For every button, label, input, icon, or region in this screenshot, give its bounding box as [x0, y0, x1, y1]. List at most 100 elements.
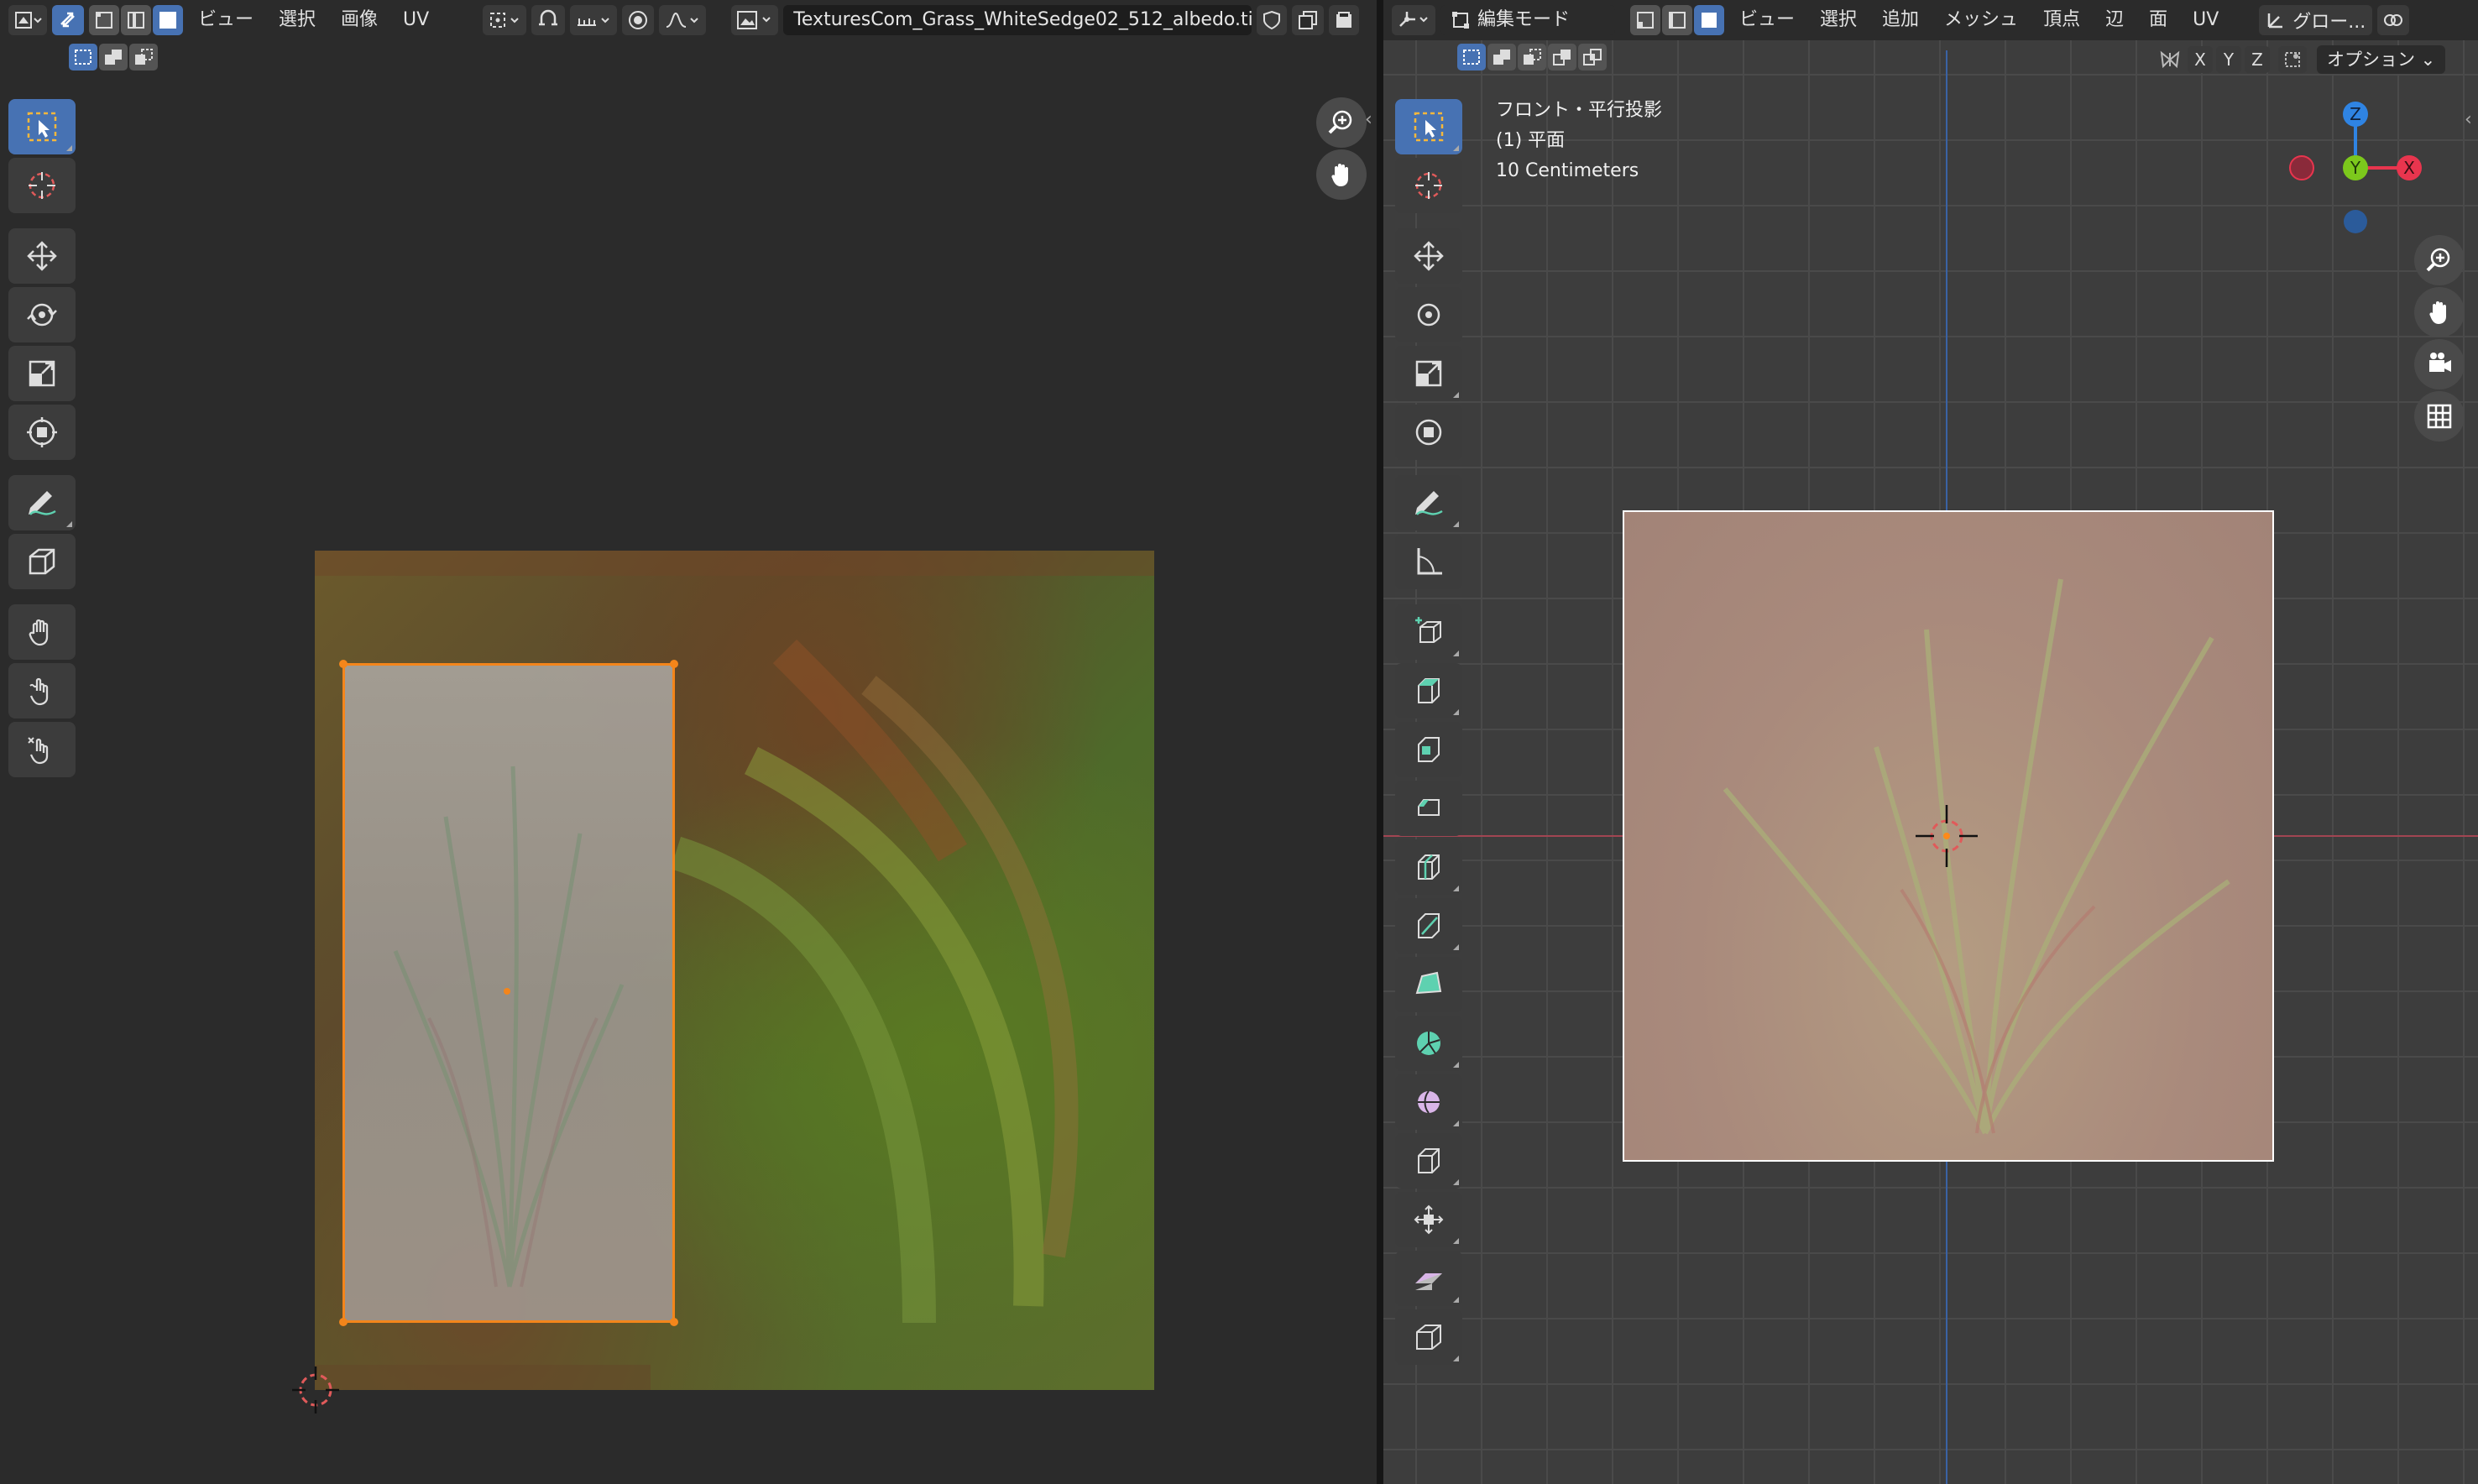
vp-tool-inset[interactable]: [1395, 722, 1462, 777]
vp-tool-transform[interactable]: [1395, 405, 1462, 460]
uv-vertex-bottom-left[interactable]: [339, 1318, 348, 1326]
vp-menu-edge[interactable]: 辺: [2095, 3, 2134, 37]
face-select-button[interactable]: [153, 5, 183, 35]
image-browse-dropdown[interactable]: [731, 5, 779, 35]
edge-select-button[interactable]: [121, 5, 151, 35]
fake-user-toggle[interactable]: [1257, 5, 1288, 35]
vp-tool-poly-build[interactable]: [1395, 957, 1462, 1012]
tool-pinch[interactable]: [8, 722, 76, 777]
uv-vertex-top-right[interactable]: [670, 660, 678, 668]
uv-pan-button[interactable]: [1316, 149, 1367, 200]
topology-mirror-toggle[interactable]: [2278, 46, 2307, 73]
vp-zoom-button[interactable]: [2414, 235, 2465, 285]
proportional-falloff-dropdown[interactable]: [659, 5, 707, 35]
vp-menu-mesh[interactable]: メッシュ: [1934, 3, 2028, 37]
menu-view[interactable]: ビュー: [188, 3, 264, 37]
tool-rotate[interactable]: [8, 287, 76, 342]
mirror-toggle[interactable]: [2156, 46, 2184, 73]
vp-tool-cursor[interactable]: [1395, 158, 1462, 213]
uv-2d-cursor-icon[interactable]: [282, 1356, 349, 1424]
uv-vertex-bottom-right[interactable]: [670, 1318, 678, 1326]
pivot-point-dropdown[interactable]: [483, 5, 527, 35]
vp-select-subtract-button[interactable]: [1518, 44, 1546, 71]
vp-select-intersect-button[interactable]: [1578, 44, 1607, 71]
vp-tool-scale[interactable]: [1395, 346, 1462, 401]
vp-menu-vertex[interactable]: 頂点: [2033, 3, 2090, 37]
vp-select-extend-button[interactable]: [1487, 44, 1516, 71]
vp-tool-measure[interactable]: [1395, 534, 1462, 589]
vp-tool-shrink-fatten[interactable]: [1395, 1192, 1462, 1247]
navigation-gizmo[interactable]: Z X Y: [2280, 92, 2431, 243]
new-image-button[interactable]: [1292, 5, 1325, 35]
editor-divider[interactable]: [1377, 0, 1383, 1484]
select-box-subtract-button[interactable]: [129, 44, 158, 71]
vp-tool-rip[interactable]: [1395, 1309, 1462, 1365]
vp-pan-button[interactable]: [2414, 287, 2465, 337]
viewport-editor-type-dropdown[interactable]: [1392, 5, 1435, 35]
vp-tool-edge-slide[interactable]: [1395, 1133, 1462, 1189]
vp-sidebar-toggle[interactable]: ‹: [2465, 109, 2472, 130]
3d-viewport[interactable]: 編集モード ビュー 選択 追加 メッシュ 頂点 辺 面 UV グロー... X …: [1383, 0, 2478, 1484]
open-image-button[interactable]: [1329, 5, 1360, 35]
tool-transform[interactable]: [8, 405, 76, 460]
options-dropdown[interactable]: オプション ⌄: [2317, 45, 2446, 74]
vp-tool-annotate[interactable]: [1395, 475, 1462, 530]
mirror-y-toggle[interactable]: Y: [2216, 46, 2241, 73]
sync-selection-toggle[interactable]: [52, 5, 84, 35]
vp-tool-shear[interactable]: [1395, 1251, 1462, 1306]
image-name-field[interactable]: TexturesCom_Grass_WhiteSedge02_512_albed…: [783, 5, 1252, 35]
transform-orientation-dropdown[interactable]: グロー...: [2259, 5, 2373, 35]
vp-tool-add-cube[interactable]: [1395, 604, 1462, 660]
proportional-edit-toggle[interactable]: [622, 5, 655, 35]
tool-move[interactable]: [8, 228, 76, 284]
tool-rip-region[interactable]: [8, 534, 76, 589]
tool-scale[interactable]: [8, 346, 76, 401]
face-mode-button[interactable]: [1694, 5, 1724, 35]
vp-tool-smooth[interactable]: [1395, 1074, 1462, 1130]
vertex-select-button[interactable]: [89, 5, 119, 35]
vp-perspective-toggle[interactable]: [2414, 391, 2465, 442]
uv-vertex-top-left[interactable]: [339, 660, 348, 668]
vp-menu-select[interactable]: 選択: [1810, 3, 1867, 37]
tool-grab[interactable]: [8, 604, 76, 660]
vp-camera-button[interactable]: [2414, 339, 2465, 389]
uv-sidebar-toggle[interactable]: ‹: [1365, 109, 1372, 130]
vp-tool-extrude[interactable]: [1395, 663, 1462, 718]
vp-tool-spin[interactable]: [1395, 1016, 1462, 1071]
edge-mode-button[interactable]: [1662, 5, 1692, 35]
select-box-set-button[interactable]: [69, 44, 97, 71]
tool-cursor[interactable]: [8, 158, 76, 213]
transform-pivot-dropdown[interactable]: [2377, 5, 2410, 35]
gizmo-neg-x[interactable]: [2289, 155, 2314, 180]
uv-editor[interactable]: ビュー 選択 画像 UV TexturesCom_Grass_WhiteSedg…: [0, 0, 1377, 1484]
vp-menu-uv[interactable]: UV: [2183, 3, 2229, 37]
vp-tool-rotate[interactable]: [1395, 287, 1462, 342]
uv-zoom-button[interactable]: [1316, 97, 1367, 148]
vp-tool-loop-cut[interactable]: [1395, 839, 1462, 895]
snap-target-dropdown[interactable]: [570, 5, 618, 35]
mirror-z-toggle[interactable]: Z: [2245, 46, 2270, 73]
vp-tool-knife[interactable]: [1395, 898, 1462, 954]
vp-select-set-button[interactable]: [1457, 44, 1486, 71]
vp-menu-add[interactable]: 追加: [1872, 3, 1929, 37]
vp-menu-face[interactable]: 面: [2139, 3, 2177, 37]
vp-select-invert-button[interactable]: [1548, 44, 1576, 71]
vp-tool-select-box[interactable]: [1395, 99, 1462, 154]
tool-annotate[interactable]: [8, 475, 76, 530]
tool-select-box[interactable]: [8, 99, 76, 154]
menu-uv[interactable]: UV: [393, 3, 439, 37]
vp-tool-bevel[interactable]: [1395, 781, 1462, 836]
uv-island[interactable]: [339, 660, 678, 1326]
snap-toggle[interactable]: [531, 5, 566, 35]
editor-type-dropdown[interactable]: [8, 5, 47, 35]
mirror-x-toggle[interactable]: X: [2188, 46, 2213, 73]
vp-menu-view[interactable]: ビュー: [1729, 3, 1805, 37]
mode-dropdown[interactable]: 編集モード: [1440, 5, 1615, 35]
tool-relax[interactable]: [8, 663, 76, 718]
select-box-extend-button[interactable]: [99, 44, 128, 71]
gizmo-neg-z[interactable]: [2344, 210, 2367, 233]
menu-select[interactable]: 選択: [269, 3, 326, 37]
vertex-mode-button[interactable]: [1630, 5, 1660, 35]
vp-tool-move[interactable]: [1395, 228, 1462, 284]
3d-cursor-icon[interactable]: [1909, 798, 1984, 874]
